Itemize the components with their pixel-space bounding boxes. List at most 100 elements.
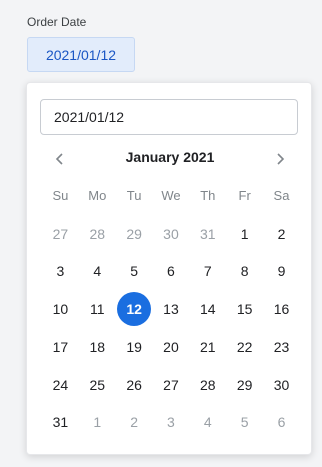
day-cell[interactable]: 3 <box>42 255 79 287</box>
day-cell[interactable]: 25 <box>79 369 116 401</box>
day-cell[interactable]: 2 <box>116 406 153 438</box>
day-cell[interactable]: 23 <box>263 331 300 363</box>
day-cell[interactable]: 30 <box>263 369 300 401</box>
calendar-week-row: 27 28 29 30 31 1 2 <box>42 218 300 250</box>
day-cell[interactable]: 26 <box>116 369 153 401</box>
day-cell[interactable]: 1 <box>226 218 263 250</box>
day-cell[interactable]: 17 <box>42 331 79 363</box>
day-cell[interactable]: 2 <box>263 218 300 250</box>
day-number: 22 <box>236 339 253 355</box>
day-number: 26 <box>126 377 142 393</box>
day-cell[interactable]: 9 <box>263 255 300 287</box>
day-cell[interactable]: 6 <box>153 255 190 287</box>
date-picker-popover: 2021/01/12 January 2021 Su Mo Tu We Th F… <box>26 82 312 455</box>
day-number: 29 <box>126 226 142 242</box>
day-number: 21 <box>200 339 216 355</box>
day-number: 20 <box>163 339 179 355</box>
day-number: 8 <box>240 263 249 279</box>
day-cell[interactable]: 22 <box>226 331 263 363</box>
day-number: 27 <box>163 377 179 393</box>
day-cell[interactable]: 11 <box>79 293 116 325</box>
day-number: 7 <box>203 263 212 279</box>
day-number: 11 <box>89 301 105 317</box>
day-cell[interactable]: 6 <box>263 406 300 438</box>
day-cell[interactable]: 8 <box>226 255 263 287</box>
day-cell[interactable]: 4 <box>189 406 226 438</box>
day-cell[interactable]: 21 <box>189 331 226 363</box>
day-cell[interactable]: 20 <box>153 331 190 363</box>
calendar-week-row: 31 1 2 3 4 5 6 <box>42 406 300 438</box>
day-number: 29 <box>236 377 253 393</box>
day-number: 12 <box>117 292 152 326</box>
day-number: 5 <box>130 263 138 279</box>
selected-day-cell[interactable]: 12 <box>116 292 153 326</box>
day-cell[interactable]: 7 <box>189 255 226 287</box>
day-cell[interactable]: 15 <box>226 293 263 325</box>
day-cell[interactable]: 27 <box>153 369 190 401</box>
day-number: 30 <box>163 226 179 242</box>
calendar-week-row: 3 4 5 6 7 8 9 <box>42 255 300 287</box>
weekday-label: Su <box>52 188 69 203</box>
day-number: 3 <box>167 414 175 430</box>
day-number: 2 <box>277 226 286 242</box>
next-month-button[interactable] <box>268 147 292 171</box>
day-cell[interactable]: 10 <box>42 293 79 325</box>
day-cell[interactable]: 14 <box>189 293 226 325</box>
day-number: 5 <box>240 414 249 430</box>
day-cell[interactable]: 19 <box>116 331 153 363</box>
order-date-label: Order Date <box>27 15 87 29</box>
day-number: 6 <box>277 414 286 430</box>
day-number: 19 <box>126 339 142 355</box>
day-cell[interactable]: 31 <box>42 406 79 438</box>
day-number: 25 <box>89 377 106 393</box>
day-number: 9 <box>277 263 286 279</box>
day-number: 1 <box>240 226 249 242</box>
weekday-label: Sa <box>273 188 290 203</box>
day-cell[interactable]: 18 <box>79 331 116 363</box>
day-number: 3 <box>56 263 65 279</box>
day-cell[interactable]: 24 <box>42 369 79 401</box>
day-cell[interactable]: 1 <box>79 406 116 438</box>
month-header: January 2021 <box>27 147 313 171</box>
day-number: 10 <box>52 301 69 317</box>
day-cell[interactable]: 27 <box>42 218 79 250</box>
day-cell[interactable]: 13 <box>153 293 190 325</box>
order-date-field[interactable]: 2021/01/12 <box>27 37 135 72</box>
day-cell[interactable]: 16 <box>263 293 300 325</box>
day-number: 14 <box>200 301 216 317</box>
calendar-week-row: 24 25 26 27 28 29 30 <box>42 369 300 401</box>
day-number: 30 <box>273 377 290 393</box>
weekday-label: Th <box>200 188 216 203</box>
day-cell[interactable]: 28 <box>189 369 226 401</box>
weekday-label: We <box>161 188 181 203</box>
day-number: 4 <box>93 263 102 279</box>
day-number: 31 <box>200 226 216 242</box>
weekday-label: Mo <box>88 188 107 203</box>
calendar-week-row: 10 11 12 13 14 15 16 <box>42 292 300 326</box>
day-number: 28 <box>89 226 106 242</box>
day-number: 23 <box>273 339 290 355</box>
day-cell[interactable]: 29 <box>226 369 263 401</box>
weekday-label: Tu <box>126 188 142 203</box>
day-cell[interactable]: 30 <box>153 218 190 250</box>
day-cell[interactable]: 4 <box>79 255 116 287</box>
day-cell[interactable]: 31 <box>189 218 226 250</box>
day-cell[interactable]: 3 <box>153 406 190 438</box>
weekday-label: Fr <box>238 188 251 203</box>
day-number: 15 <box>236 301 253 317</box>
day-number: 18 <box>89 339 106 355</box>
day-number: 24 <box>52 377 69 393</box>
day-number: 1 <box>93 414 102 430</box>
chevron-right-icon <box>277 153 285 165</box>
day-number: 17 <box>52 339 69 355</box>
day-number: 4 <box>203 414 212 430</box>
day-cell[interactable]: 28 <box>79 218 116 250</box>
day-number: 2 <box>130 414 138 430</box>
day-number: 27 <box>52 226 69 242</box>
day-cell[interactable]: 29 <box>116 218 153 250</box>
day-cell[interactable]: 5 <box>226 406 263 438</box>
day-number: 6 <box>167 263 175 279</box>
day-number: 31 <box>52 414 69 430</box>
day-cell[interactable]: 5 <box>116 255 153 287</box>
date-input[interactable]: 2021/01/12 <box>40 99 298 135</box>
